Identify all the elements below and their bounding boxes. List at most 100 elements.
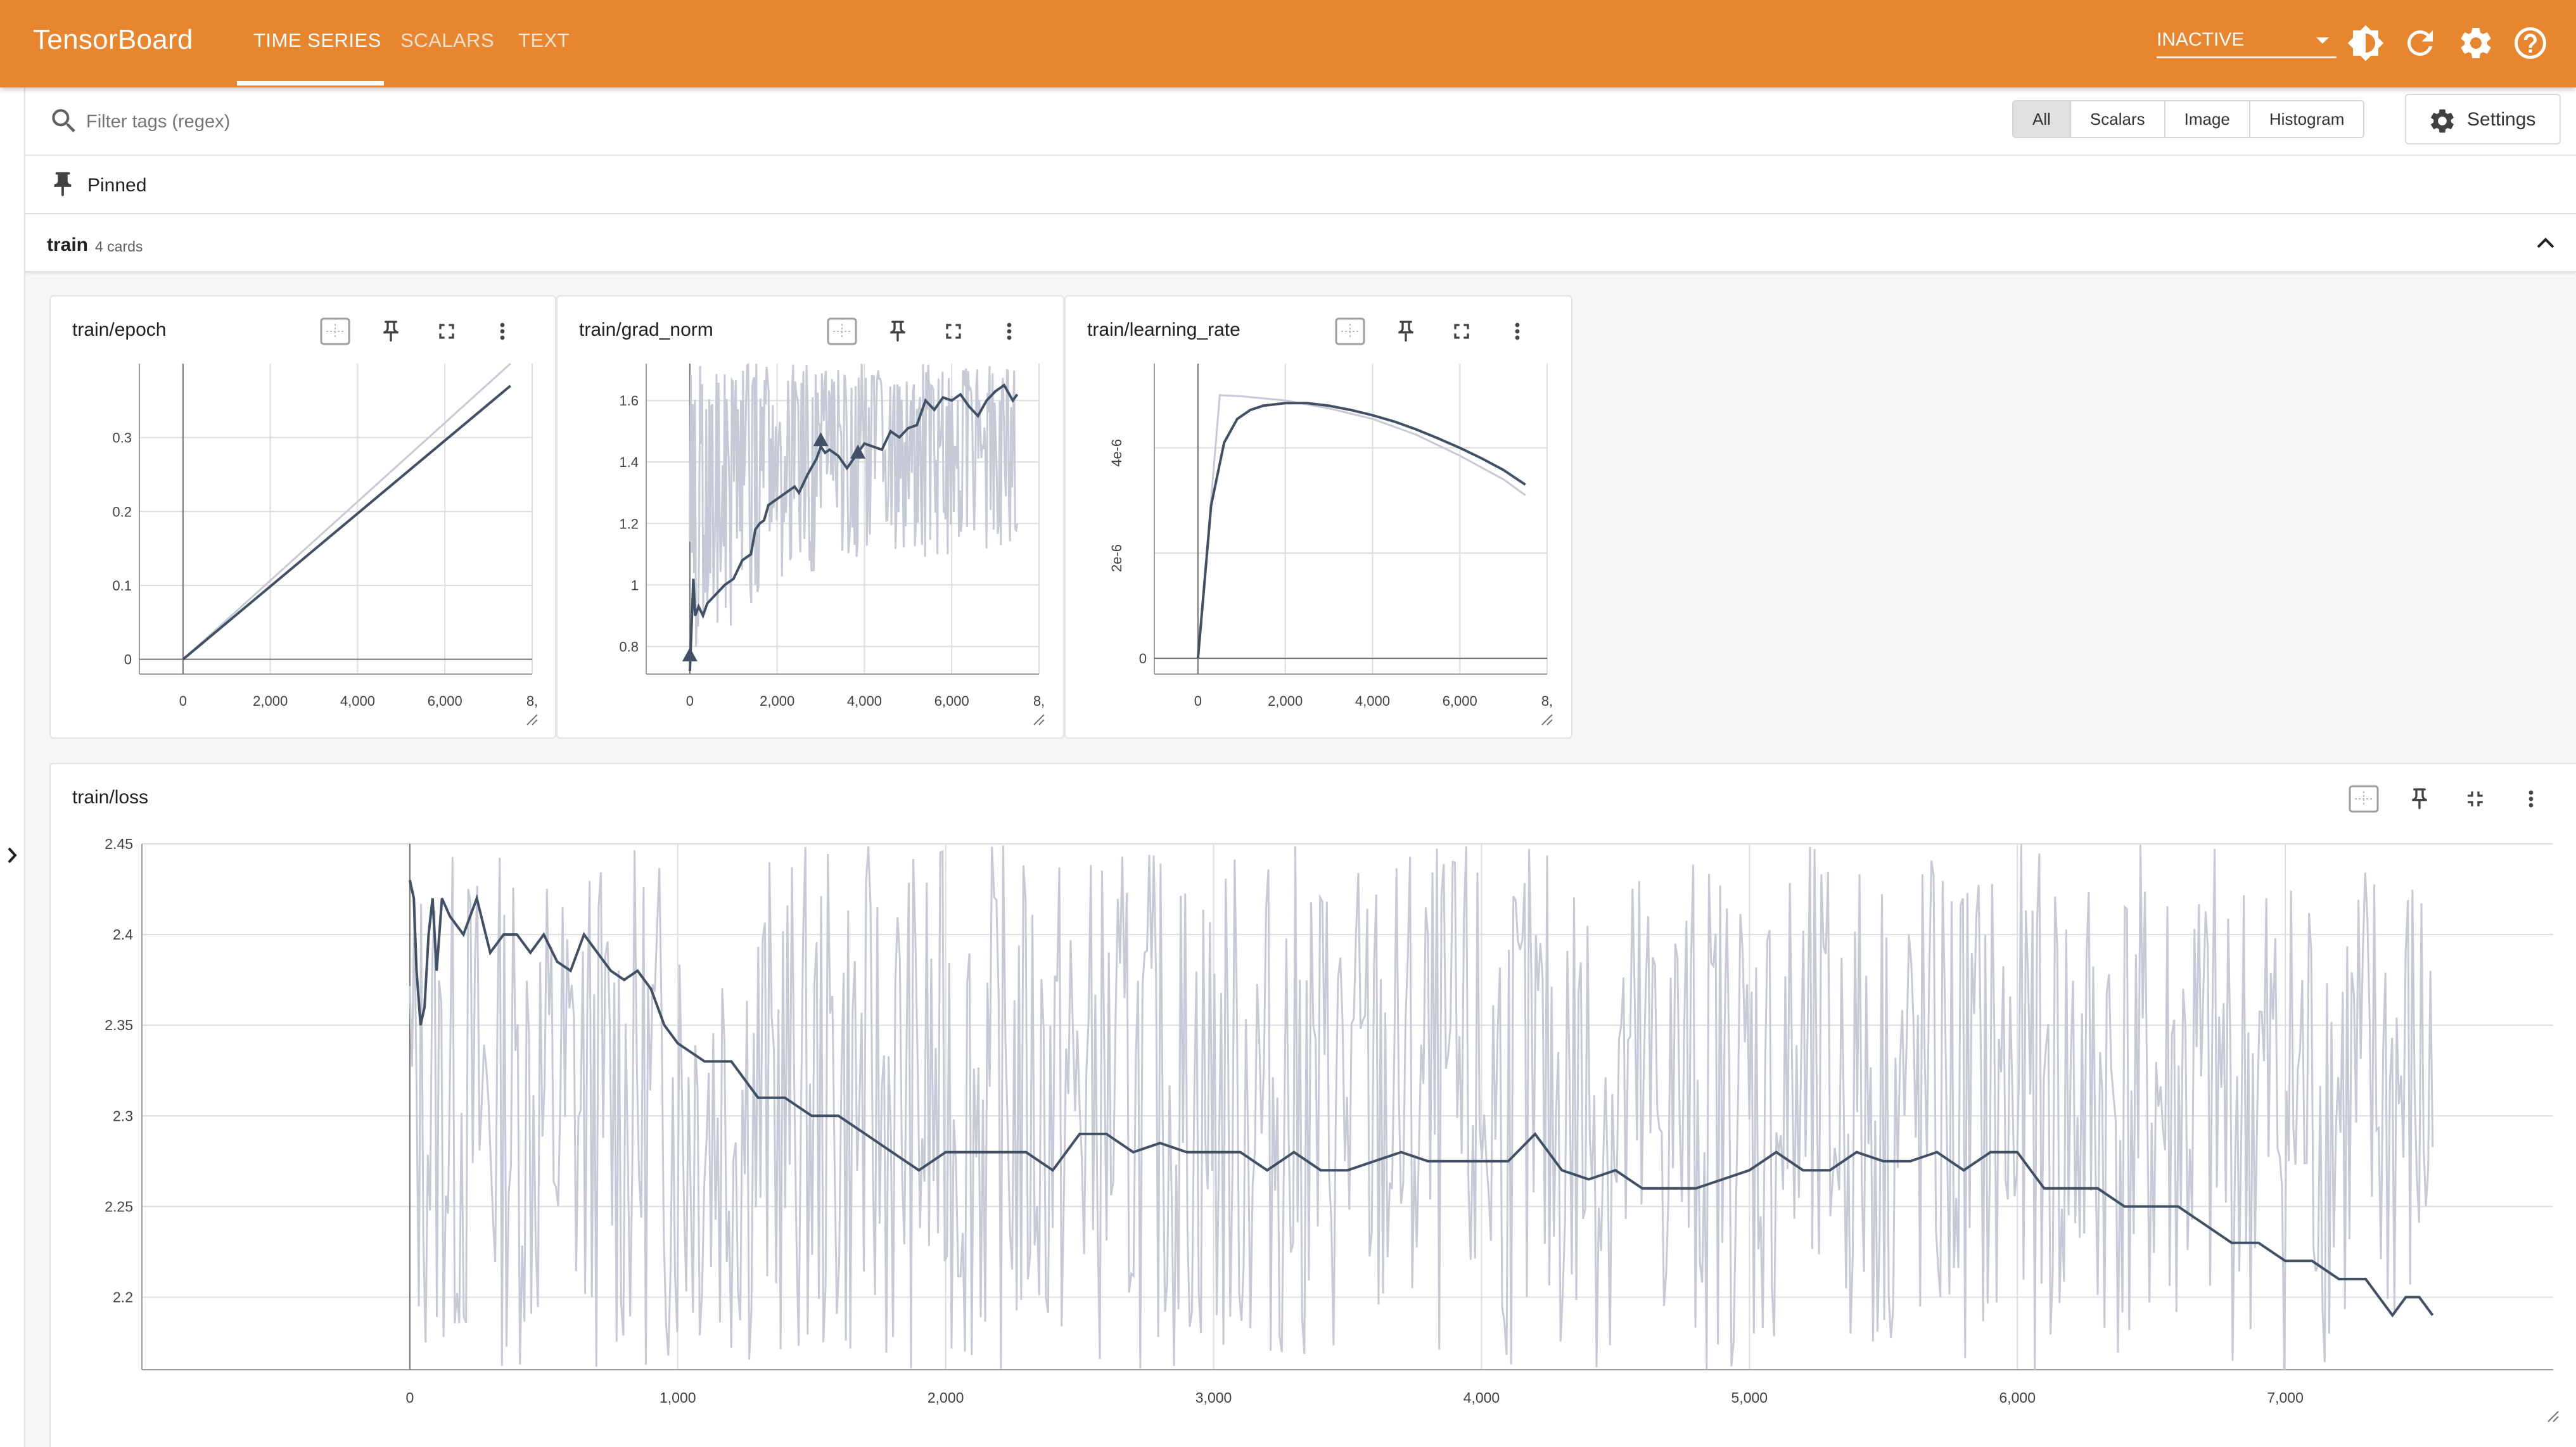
type-scalars-button[interactable]: Scalars	[2069, 101, 2164, 137]
fit-domain-icon[interactable]	[820, 309, 864, 354]
type-histogram-button[interactable]: Histogram	[2248, 101, 2364, 137]
pinned-label: Pinned	[87, 175, 147, 196]
chart-train-grad-norm[interactable]: 0.8 1 1.2 1.4 1.6 0 2,000 4,000 6,000 8,	[558, 357, 1064, 737]
resize-handle-icon	[2547, 1411, 2559, 1422]
fullscreen-icon[interactable]	[424, 309, 469, 354]
y-tick-label: 2.25	[105, 1198, 133, 1214]
tag-filter-input[interactable]	[86, 109, 846, 134]
pinned-section-header: Pinned	[25, 156, 2576, 214]
y-tick-label: 2.45	[105, 836, 133, 852]
card-toolbar	[1328, 309, 1556, 354]
tab-text[interactable]: TEXT	[518, 29, 570, 52]
resize-handle-icon	[1541, 714, 1553, 725]
pin-card-icon[interactable]	[1384, 309, 1428, 354]
y-tick-label: 2.35	[105, 1017, 133, 1033]
expand-sidebar-chevron-icon[interactable]	[5, 845, 20, 866]
pin-card-icon[interactable]	[2397, 777, 2442, 821]
type-all-button[interactable]: All	[2013, 101, 2070, 137]
series-smoothed-line	[1196, 402, 1526, 659]
run-status-value: INACTIVE	[2157, 29, 2245, 50]
x-tick-label: 4,000	[1463, 1389, 1500, 1406]
settings-button[interactable]: Settings	[2405, 94, 2561, 144]
group-card-count: 4 cards	[95, 238, 143, 255]
y-tick-label: 2.2	[113, 1289, 133, 1306]
brightness-icon[interactable]	[2347, 24, 2385, 62]
settings-label: Settings	[2467, 109, 2536, 130]
x-tick-label: 5,000	[1731, 1389, 1768, 1406]
card-train-epoch: train/epoch 0 0.1 0.2 0.3 0 2,000 4,000 6,000 8,	[49, 295, 556, 739]
pin-card-icon[interactable]	[369, 309, 413, 354]
x-tick-label: 6,000	[1443, 693, 1477, 709]
gear-icon[interactable]	[2457, 24, 2495, 62]
series-smoothed-line	[182, 385, 511, 661]
exit-fullscreen-icon[interactable]	[2453, 777, 2497, 821]
top-app-bar: TensorBoard TIME SERIES SCALARS TEXT INA…	[0, 0, 2576, 87]
card-toolbar	[820, 309, 1048, 354]
y-tick-label: 0	[124, 652, 132, 668]
y-tick-label: 1.6	[619, 393, 639, 409]
card-title: train/loss	[72, 787, 149, 808]
x-tick-label: 6,000	[934, 693, 969, 709]
x-tick-label: 2,000	[253, 693, 288, 709]
active-tab-indicator	[237, 81, 384, 86]
search-icon	[52, 109, 75, 132]
y-tick-label: 0.2	[112, 504, 132, 520]
chart-train-learning-rate[interactable]: 0 2e-6 4e-6 0 2,000 4,000 6,000 8,	[1066, 357, 1572, 737]
card-title: train/epoch	[72, 319, 167, 340]
x-tick-label: 4,000	[847, 693, 882, 709]
fit-domain-icon[interactable]	[313, 309, 357, 354]
pin-icon	[54, 172, 72, 197]
card-title: train/learning_rate	[1087, 319, 1240, 340]
fullscreen-icon[interactable]	[931, 309, 976, 354]
tab-scalars[interactable]: SCALARS	[400, 29, 494, 52]
collapse-group-chevron-icon[interactable]	[2534, 233, 2557, 252]
x-tick-label: 0	[1194, 693, 1202, 709]
pin-card-icon[interactable]	[876, 309, 920, 354]
x-tick-label: 2,000	[1268, 693, 1303, 709]
more-vert-icon[interactable]	[987, 309, 1031, 354]
plot-type-toggle: All Scalars Image Histogram	[2012, 100, 2365, 138]
tab-time-series[interactable]: TIME SERIES	[253, 29, 381, 52]
x-tick-label: 1,000	[660, 1389, 696, 1406]
chart-train-loss[interactable]: 2.2 2.25 2.3 2.35 2.4 2.45 0 1,000 2,000 3,000 4,0…	[51, 825, 2576, 1447]
y-tick-label: 0.3	[112, 430, 132, 446]
card-train-learning-rate: train/learning_rate 0 2e-6 4e-6 0 2,000 4,000…	[1064, 295, 1572, 739]
x-tick-label: 3,000	[1196, 1389, 1232, 1406]
y-tick-label: 1	[631, 577, 639, 593]
dropdown-arrow-icon	[2316, 37, 2329, 44]
fit-domain-icon[interactable]	[2342, 777, 2386, 821]
x-tick-label: 0	[179, 693, 187, 709]
more-vert-icon[interactable]	[480, 309, 525, 354]
chart-train-epoch[interactable]: 0 0.1 0.2 0.3 0 2,000 4,000 6,000 8,	[51, 357, 558, 737]
y-tick-label: 0.1	[112, 578, 132, 594]
fit-domain-icon[interactable]	[1328, 309, 1372, 354]
x-tick-label: 2,000	[760, 693, 794, 709]
app-title: TensorBoard	[33, 24, 193, 55]
y-tick-label: 2e-6	[1109, 544, 1125, 572]
refresh-icon[interactable]	[2401, 24, 2439, 62]
filter-bar: All Scalars Image Histogram Settings	[25, 87, 2576, 156]
x-tick-label: 2,000	[928, 1389, 964, 1406]
y-tick-label: 0	[1139, 651, 1147, 666]
type-image-button[interactable]: Image	[2164, 101, 2249, 137]
series-marker	[682, 647, 698, 661]
resize-handle-icon	[1033, 714, 1045, 725]
group-name: train	[47, 234, 89, 255]
card-title: train/grad_norm	[579, 319, 713, 340]
x-tick-label: 4,000	[1355, 693, 1390, 709]
more-vert-icon[interactable]	[2509, 777, 2553, 821]
card-toolbar	[313, 309, 541, 354]
help-icon[interactable]	[2511, 24, 2549, 62]
more-vert-icon[interactable]	[1495, 309, 1540, 354]
y-tick-label: 1.2	[619, 516, 639, 532]
fullscreen-icon[interactable]	[1439, 309, 1484, 354]
run-status-select[interactable]: INACTIVE	[2157, 25, 2337, 58]
y-tick-label: 4e-6	[1109, 439, 1125, 467]
series-raw-line	[1197, 394, 1526, 659]
x-tick-label: 6,000	[1999, 1389, 2036, 1406]
series-raw-line	[409, 843, 2434, 1370]
x-tick-label: 4,000	[340, 693, 375, 709]
x-tick-label: 7,000	[2267, 1389, 2304, 1406]
y-tick-label: 0.8	[619, 639, 639, 654]
group-header-train[interactable]: train 4 cards	[25, 214, 2576, 272]
